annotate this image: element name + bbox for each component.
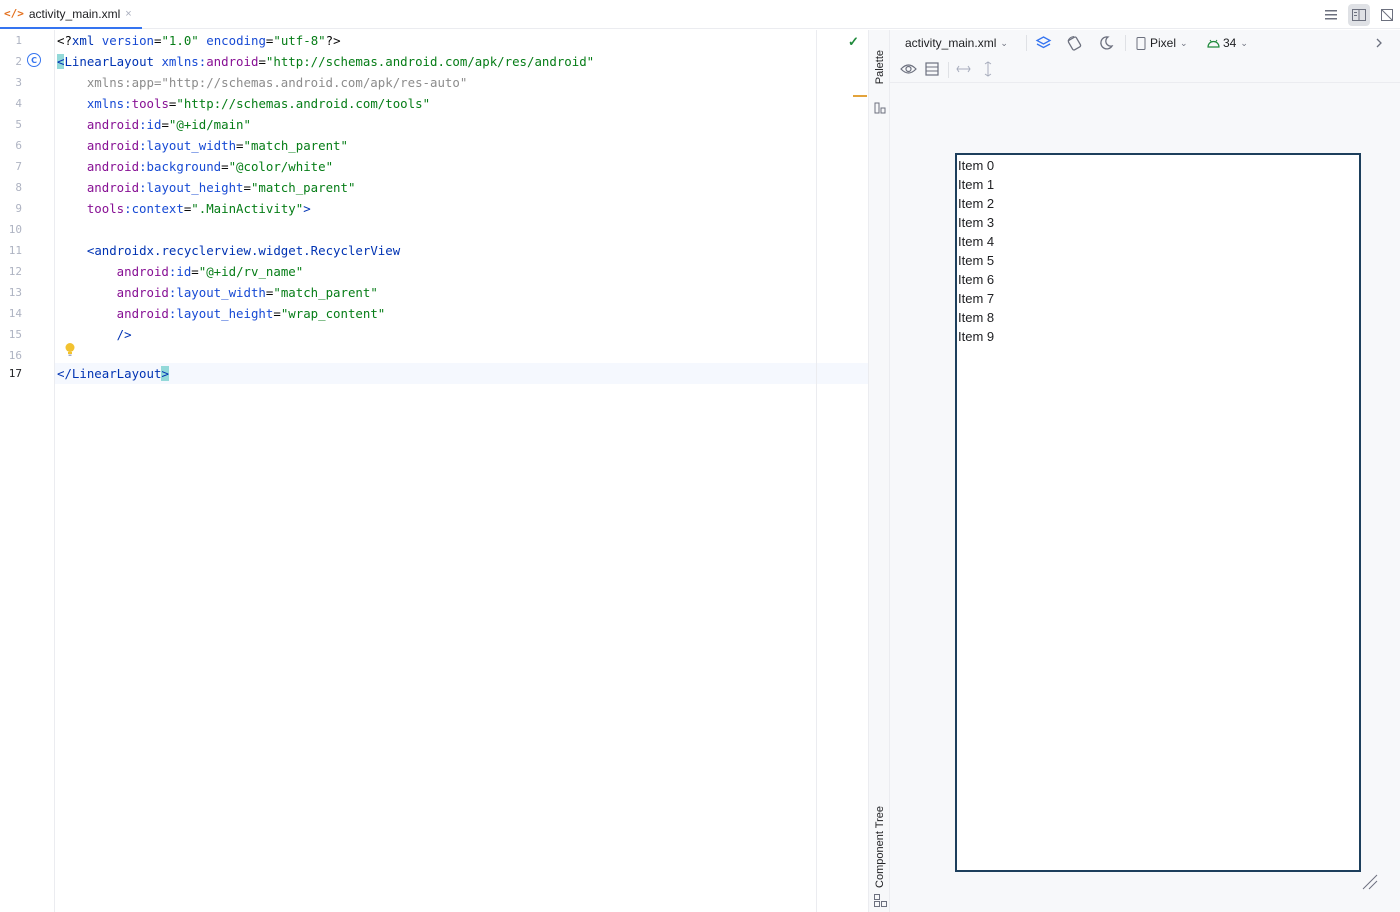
line-number: 4 <box>15 97 22 110</box>
code-line-2[interactable]: <LinearLayout xmlns:android="http://sche… <box>57 51 594 72</box>
line-number: 11 <box>8 244 22 257</box>
line-number: 6 <box>15 139 22 152</box>
recycler-list-item[interactable]: Item 3 <box>958 213 994 232</box>
line-number: 9 <box>15 202 22 215</box>
design-sub-toolbar <box>890 56 1400 83</box>
component-tree-label: Component Tree <box>874 806 886 888</box>
code-editor[interactable]: 1 2 3 4 5 6 7 8 9 10 11 12 13 14 15 16 1… <box>0 30 868 912</box>
code-view-button[interactable] <box>1320 4 1342 26</box>
tab-title: activity_main.xml <box>28 6 121 21</box>
chevron-down-icon: ⌄ <box>1180 37 1188 48</box>
api-level-dropdown[interactable]: 34 ⌄ <box>1207 30 1248 56</box>
toolbar-divider <box>1125 35 1126 51</box>
line-number: 13 <box>8 286 22 299</box>
recycler-list-item[interactable]: Item 5 <box>958 251 994 270</box>
chevron-down-icon: ⌄ <box>1000 37 1008 48</box>
line-number: 2 <box>15 55 22 68</box>
orientation-icon[interactable] <box>1066 35 1083 52</box>
palette-tool-tab[interactable]: Palette <box>869 38 891 96</box>
component-tree-icon <box>874 894 887 907</box>
night-mode-icon[interactable] <box>1098 35 1114 51</box>
design-view-button[interactable] <box>1376 4 1398 26</box>
recycler-list-item[interactable]: Item 0 <box>958 156 994 175</box>
line-number: 14 <box>8 307 22 320</box>
device-dropdown[interactable]: Pixel ⌄ <box>1136 30 1188 56</box>
split-view-icon <box>1352 8 1366 21</box>
recycler-list-item[interactable]: Item 2 <box>958 194 994 213</box>
recycler-list-item[interactable]: Item 6 <box>958 270 994 289</box>
horizontal-resize-icon[interactable] <box>956 64 971 74</box>
code-line-6[interactable]: android:layout_width="match_parent" <box>57 135 348 156</box>
editor-tab-bar: </> activity_main.xml × <box>0 0 1400 29</box>
design-side-strip: Palette Component Tree <box>868 30 890 912</box>
android-icon <box>1207 39 1220 48</box>
code-line-14[interactable]: android:layout_height="wrap_content" <box>57 303 386 324</box>
line-number: 5 <box>15 118 22 131</box>
device-label: Pixel <box>1150 36 1177 50</box>
class-marker-icon[interactable]: C <box>27 53 41 67</box>
recycler-list-item[interactable]: Item 7 <box>958 289 994 308</box>
design-toolbar: activity_main.xml ⌄ Pixel ⌄ 34 ⌄ <box>890 30 1400 56</box>
code-line-8[interactable]: android:layout_height="match_parent" <box>57 177 356 198</box>
current-line-highlight <box>55 363 868 384</box>
palette-icon <box>874 102 886 114</box>
code-line-4[interactable]: xmlns:tools="http://schemas.android.com/… <box>57 93 430 114</box>
design-surface-icon[interactable] <box>1035 35 1052 52</box>
blueprint-icon[interactable] <box>925 62 939 76</box>
line-number-gutter: 1 2 3 4 5 6 7 8 9 10 11 12 13 14 15 16 1… <box>0 30 55 912</box>
menu-lines-icon <box>1325 9 1337 19</box>
view-mode-switcher <box>1320 0 1400 29</box>
line-number-current: 17 <box>8 367 22 380</box>
no-problems-check-icon[interactable]: ✓ <box>848 34 859 50</box>
component-tree-tool-tab[interactable]: Component Tree <box>869 802 891 892</box>
phone-icon <box>1136 36 1146 50</box>
code-line-17[interactable]: </LinearLayout> <box>57 363 169 384</box>
xml-file-icon: </> <box>4 7 24 20</box>
recycler-list-item[interactable]: Item 4 <box>958 232 994 251</box>
split-view-button[interactable] <box>1348 3 1370 26</box>
code-line-7[interactable]: android:background="@color/white" <box>57 156 333 177</box>
line-number: 7 <box>15 160 22 173</box>
toolbar-divider <box>948 62 949 78</box>
api-level-label: 34 <box>1223 36 1237 50</box>
line-number: 12 <box>8 265 22 278</box>
toolbar-divider <box>1026 35 1027 51</box>
code-line-9[interactable]: tools:context=".MainActivity"> <box>57 198 311 219</box>
eye-icon[interactable] <box>900 62 917 76</box>
code-line-5[interactable]: android:id="@+id/main" <box>57 114 251 135</box>
tab-activity-main[interactable]: </> activity_main.xml × <box>0 0 142 29</box>
layout-design-panel: activity_main.xml ⌄ Pixel ⌄ 34 ⌄ Item 0 … <box>890 30 1400 912</box>
recycler-list-item[interactable]: Item 9 <box>958 327 994 346</box>
line-number: 15 <box>8 328 22 341</box>
line-number: 1 <box>15 34 22 47</box>
line-number: 8 <box>15 181 22 194</box>
line-number: 3 <box>15 76 22 89</box>
code-line-1[interactable]: <?xml version="1.0" encoding="utf-8"?> <box>57 30 341 51</box>
layout-file-dropdown[interactable]: activity_main.xml ⌄ <box>905 30 1008 56</box>
code-line-13[interactable]: android:layout_width="match_parent" <box>57 282 378 303</box>
layout-file-label: activity_main.xml <box>905 36 997 50</box>
recycler-list-item[interactable]: Item 1 <box>958 175 994 194</box>
vertical-resize-icon[interactable] <box>983 61 993 77</box>
code-line-3[interactable]: xmlns:app="http://schemas.android.com/ap… <box>57 72 467 93</box>
lightbulb-icon[interactable] <box>64 342 76 358</box>
right-margin-guide <box>816 30 817 912</box>
design-view-icon <box>1381 8 1393 21</box>
palette-label: Palette <box>874 49 886 85</box>
chevron-right-icon[interactable] <box>1375 38 1383 48</box>
design-canvas[interactable]: Item 0 Item 1 Item 2 Item 3 Item 4 Item … <box>890 84 1400 912</box>
device-preview-screen[interactable]: Item 0 Item 1 Item 2 Item 3 Item 4 Item … <box>955 153 1361 872</box>
recycler-list-item[interactable]: Item 8 <box>958 308 994 327</box>
line-number: 10 <box>8 223 22 236</box>
close-tab-icon[interactable]: × <box>125 8 131 20</box>
code-line-11[interactable]: <androidx.recyclerview.widget.RecyclerVi… <box>57 240 400 261</box>
chevron-down-icon: ⌄ <box>1240 37 1248 48</box>
resize-handle-icon[interactable] <box>1362 874 1378 890</box>
code-line-12[interactable]: android:id="@+id/rv_name" <box>57 261 304 282</box>
warning-stripe-marker[interactable] <box>853 95 867 97</box>
